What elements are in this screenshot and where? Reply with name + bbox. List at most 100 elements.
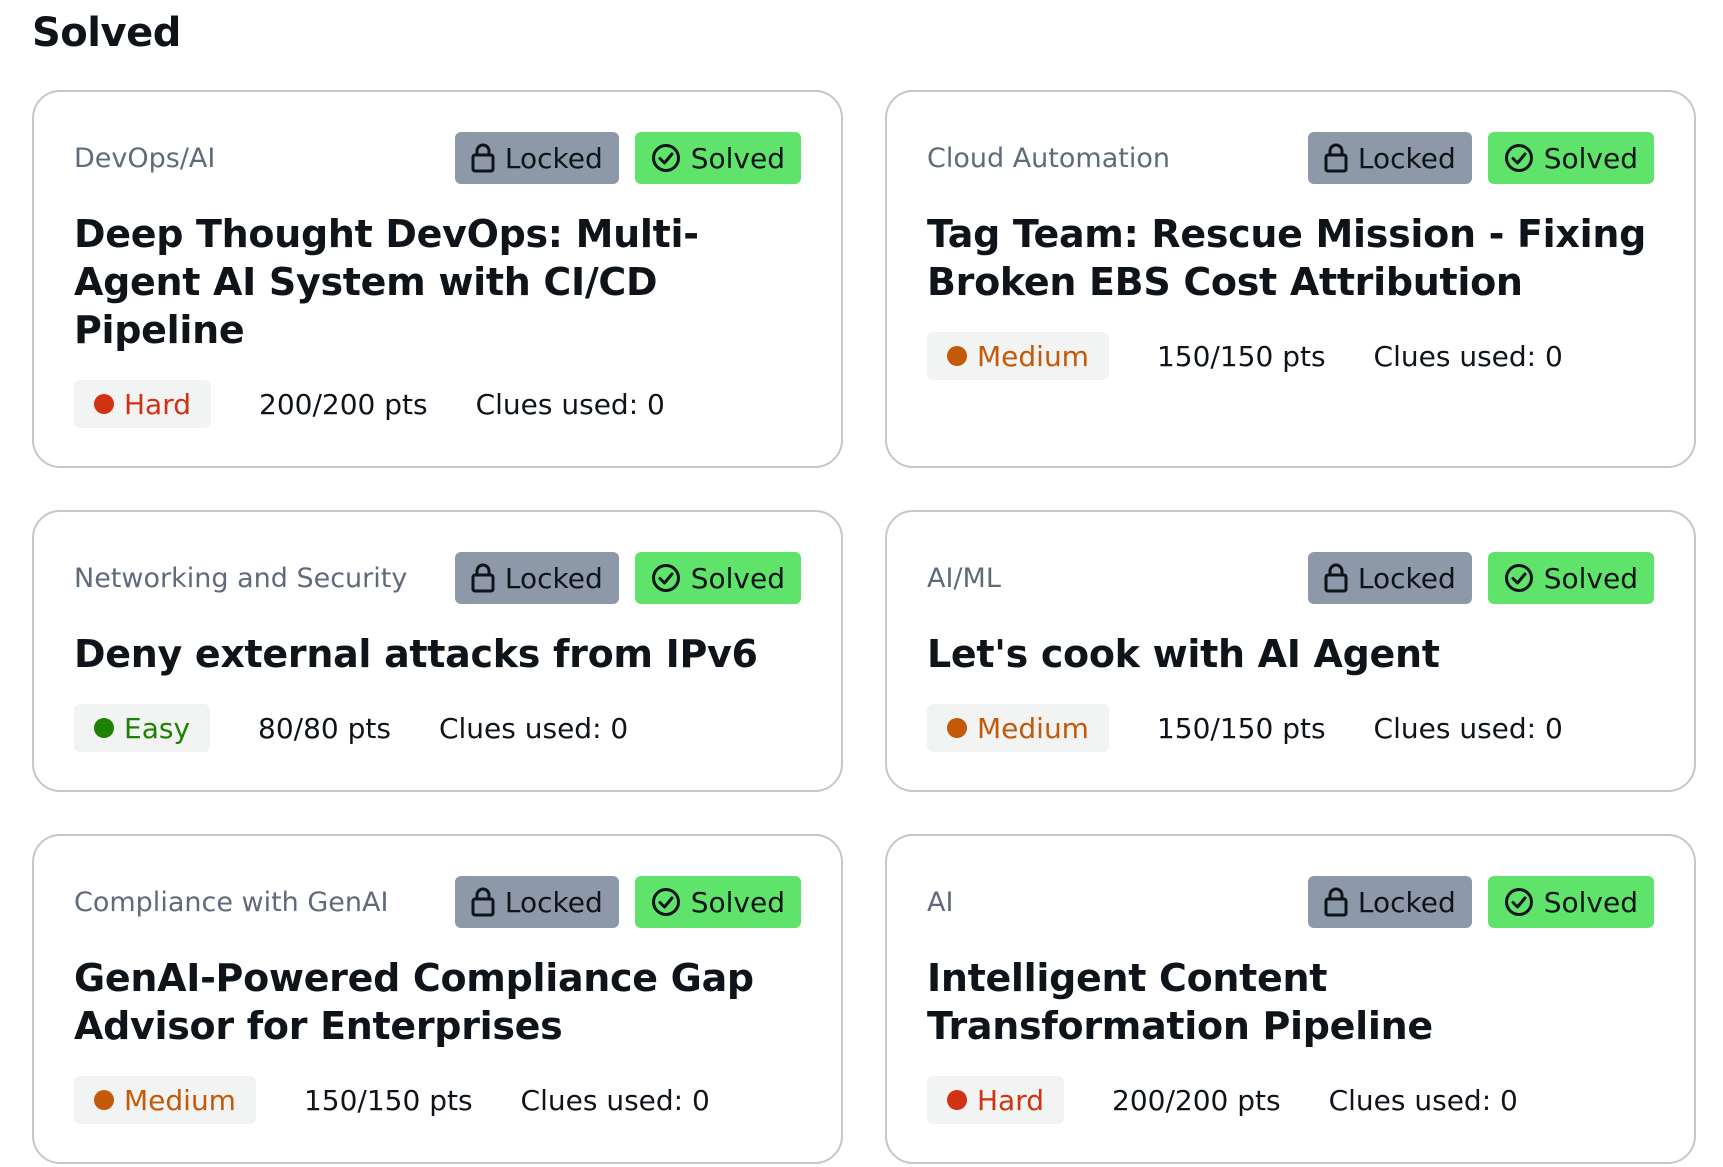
lock-icon: [1324, 143, 1348, 173]
locked-label: Locked: [1357, 141, 1456, 175]
check-circle-icon: [1504, 888, 1533, 916]
status-badges: Locked Solved: [1307, 552, 1654, 604]
section-title: Solved: [32, 10, 181, 56]
card-header: Compliance with GenAI Locked Solved: [74, 876, 801, 928]
locked-label: Locked: [504, 561, 603, 595]
card-header: AI/ML Locked Solved: [927, 552, 1654, 604]
points-text: 80/80 pts: [258, 711, 391, 745]
card-title[interactable]: Let's cook with AI Agent: [927, 630, 1654, 678]
solved-badge: Solved: [634, 552, 801, 604]
card-meta: Easy 80/80 pts Clues used: 0: [74, 704, 801, 752]
challenge-card[interactable]: Networking and Security Locked Solved De…: [32, 510, 843, 792]
solved-badge: Solved: [634, 876, 801, 928]
status-badges: Locked Solved: [1307, 876, 1654, 928]
status-badges: Locked Solved: [454, 876, 801, 928]
status-badges: Locked Solved: [454, 552, 801, 604]
points-text: 150/150 pts: [1156, 711, 1326, 745]
points-text: 150/150 pts: [1156, 339, 1326, 373]
solved-label: Solved: [690, 561, 785, 595]
card-header: Networking and Security Locked Solved: [74, 552, 801, 604]
difficulty-dot-icon: [94, 1090, 114, 1110]
lock-icon: [471, 143, 495, 173]
card-meta: Medium 150/150 pts Clues used: 0: [927, 332, 1654, 380]
solved-label: Solved: [1543, 885, 1638, 919]
card-title[interactable]: Intelligent Content Transformation Pipel…: [927, 954, 1654, 1050]
card-category: Networking and Security: [74, 562, 408, 594]
difficulty-badge: Medium: [927, 704, 1109, 752]
card-category: AI: [927, 886, 954, 918]
locked-label: Locked: [1357, 561, 1456, 595]
card-title[interactable]: Deep Thought DevOps: Multi-Agent AI Syst…: [74, 210, 801, 354]
card-category: AI/ML: [927, 562, 1001, 594]
locked-label: Locked: [1357, 885, 1456, 919]
solved-label: Solved: [690, 141, 785, 175]
difficulty-dot-icon: [947, 346, 967, 366]
challenge-card[interactable]: Compliance with GenAI Locked Solved GenA…: [32, 834, 843, 1164]
check-circle-icon: [651, 564, 680, 592]
clues-used-text: Clues used: 0: [520, 1083, 710, 1117]
difficulty-badge: Hard: [74, 380, 212, 428]
challenge-card[interactable]: Cloud Automation Locked Solved Tag Team:…: [885, 90, 1696, 468]
locked-badge: Locked: [454, 552, 619, 604]
solved-badge: Solved: [1487, 552, 1654, 604]
card-title[interactable]: Tag Team: Rescue Mission - Fixing Broken…: [927, 210, 1654, 306]
difficulty-label: Medium: [977, 711, 1089, 745]
card-header: DevOps/AI Locked Solved: [74, 132, 801, 184]
locked-label: Locked: [504, 885, 603, 919]
points-text: 200/200 pts: [1112, 1083, 1281, 1117]
card-header: Cloud Automation Locked Solved: [927, 132, 1654, 184]
challenge-grid: DevOps/AI Locked Solved Deep Thought Dev…: [32, 90, 1696, 1164]
status-badges: Locked Solved: [1307, 132, 1654, 184]
difficulty-label: Medium: [124, 1083, 236, 1117]
difficulty-dot-icon: [947, 718, 967, 738]
card-meta: Medium 150/150 pts Clues used: 0: [927, 704, 1654, 752]
difficulty-badge: Medium: [74, 1076, 256, 1124]
solved-label: Solved: [690, 885, 785, 919]
lock-icon: [1324, 563, 1348, 593]
challenge-card[interactable]: DevOps/AI Locked Solved Deep Thought Dev…: [32, 90, 843, 468]
locked-badge: Locked: [1307, 876, 1472, 928]
difficulty-dot-icon: [94, 718, 114, 738]
check-circle-icon: [651, 888, 680, 916]
points-text: 200/200 pts: [259, 387, 428, 421]
lock-icon: [471, 563, 495, 593]
check-circle-icon: [651, 144, 680, 172]
locked-badge: Locked: [1307, 132, 1472, 184]
card-meta: Hard 200/200 pts Clues used: 0: [927, 1076, 1654, 1124]
locked-label: Locked: [504, 141, 603, 175]
clues-used-text: Clues used: 0: [1328, 1083, 1518, 1117]
solved-badge: Solved: [1487, 132, 1654, 184]
card-title[interactable]: Deny external attacks from IPv6: [74, 630, 801, 678]
difficulty-badge: Hard: [927, 1076, 1065, 1124]
difficulty-label: Hard: [977, 1083, 1045, 1117]
card-title[interactable]: GenAI-Powered Compliance Gap Advisor for…: [74, 954, 801, 1050]
solved-badge: Solved: [634, 132, 801, 184]
locked-badge: Locked: [454, 876, 619, 928]
difficulty-label: Hard: [124, 387, 192, 421]
difficulty-badge: Easy: [74, 704, 211, 752]
solved-badge: Solved: [1487, 876, 1654, 928]
difficulty-badge: Medium: [927, 332, 1109, 380]
card-meta: Medium 150/150 pts Clues used: 0: [74, 1076, 801, 1124]
challenge-card[interactable]: AI/ML Locked Solved Let's cook with AI A…: [885, 510, 1696, 792]
card-header: AI Locked Solved: [927, 876, 1654, 928]
difficulty-dot-icon: [947, 1090, 967, 1110]
difficulty-label: Easy: [124, 711, 191, 745]
card-category: Compliance with GenAI: [74, 886, 389, 918]
difficulty-dot-icon: [94, 394, 114, 414]
lock-icon: [1324, 887, 1348, 917]
solved-label: Solved: [1543, 141, 1638, 175]
clues-used-text: Clues used: 0: [1373, 711, 1563, 745]
solved-label: Solved: [1543, 561, 1638, 595]
clues-used-text: Clues used: 0: [475, 387, 665, 421]
card-category: DevOps/AI: [74, 142, 216, 174]
status-badges: Locked Solved: [454, 132, 801, 184]
check-circle-icon: [1504, 564, 1533, 592]
clues-used-text: Clues used: 0: [1373, 339, 1563, 373]
card-category: Cloud Automation: [927, 142, 1170, 174]
points-text: 150/150 pts: [303, 1083, 473, 1117]
challenge-card[interactable]: AI Locked Solved Intelligent Content Tra…: [885, 834, 1696, 1164]
lock-icon: [471, 887, 495, 917]
card-meta: Hard 200/200 pts Clues used: 0: [74, 380, 801, 428]
difficulty-label: Medium: [977, 339, 1089, 373]
